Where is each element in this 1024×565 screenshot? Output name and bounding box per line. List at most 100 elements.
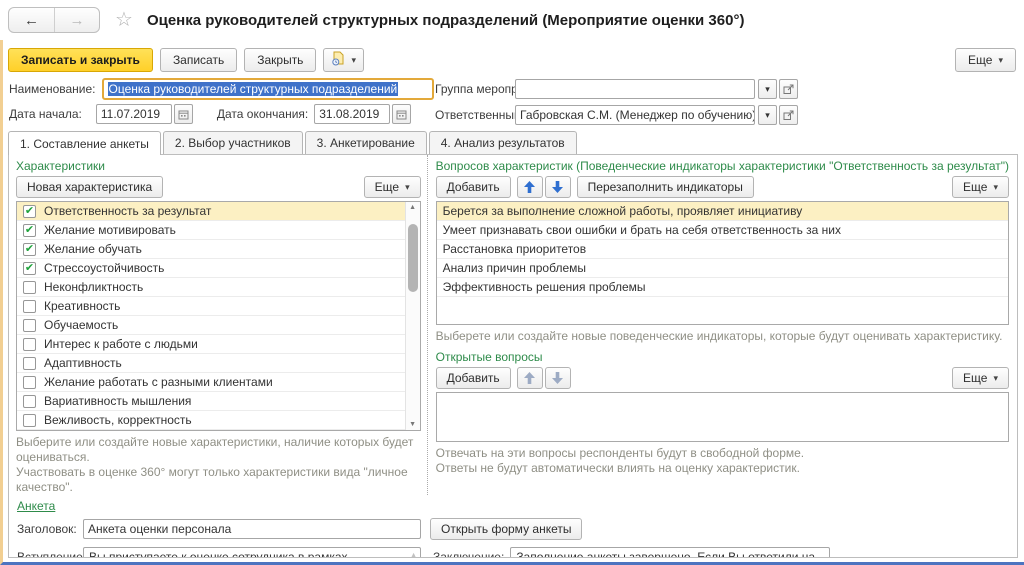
group-input[interactable] [515,79,755,99]
checkbox-icon[interactable]: ✔ [23,242,36,256]
open-questionnaire-form-button[interactable]: Открыть форму анкеты [430,518,583,540]
refill-indicators-button[interactable]: Перезаполнить индикаторы [576,176,754,198]
characteristic-row[interactable]: ✔ Желание мотивировать [17,221,405,240]
group-label: Группа мероприятий: [435,82,554,96]
checkbox-icon[interactable]: ✔ [23,223,36,237]
tab-results-analysis[interactable]: 4. Анализ результатов [428,131,577,154]
characteristic-label: Неконфликтность [44,280,144,294]
tab-participants[interactable]: 2. Выбор участников [162,131,303,154]
responsible-open-button[interactable] [779,105,798,125]
header-fields: Наименование: Оценка руководителей струк… [3,78,1024,128]
name-input[interactable]: Оценка руководителей структурных подразд… [101,78,434,100]
characteristics-more-button[interactable]: Еще ▾ [363,176,421,198]
move-down-icon [552,181,564,193]
indicator-row[interactable]: Берется за выполнение сложной работы, пр… [436,202,1008,221]
more-button-top[interactable]: Еще ▾ [955,48,1016,72]
questionnaire-header-label: Заголовок: [17,522,77,536]
characteristic-row[interactable]: ✔ Желание обучать [17,240,405,259]
characteristic-row[interactable]: ✔ Креативность [17,297,405,316]
date-start-input[interactable]: 11.07.2019 [95,104,172,124]
scroll-down-icon[interactable]: ▼ [406,421,420,428]
characteristic-row[interactable]: ✔ Вежливость, корректность [17,411,405,430]
characteristic-label: Обучаемость [44,318,119,332]
responsible-label: Ответственный: [435,108,525,122]
checkbox-icon[interactable]: ✔ [23,394,36,408]
date-start-label: Дата начала: [9,107,82,121]
tab-surveying[interactable]: 3. Анкетирование [304,131,427,154]
open-questions-add-button[interactable]: Добавить [435,367,511,389]
characteristic-row[interactable]: ✔ Интерес к работе с людьми [17,335,405,354]
tab-content-panel: Характеристики Новая характеристика Еще … [8,154,1018,558]
questionnaire-section: Анкета Заголовок: Анкета оценки персонал… [9,495,1017,558]
characteristic-label: Адаптивность [44,356,122,370]
date-end-input[interactable]: 31.08.2019 [314,104,391,124]
characteristic-row[interactable]: ✔ Обучаемость [17,316,405,335]
group-dropdown-button[interactable]: ▾ [758,79,777,99]
checkbox-icon[interactable]: ✔ [23,318,36,332]
indicator-row[interactable]: Эффективность решения проблемы [436,278,1008,297]
characteristic-label: Желание работать с разными клиентами [44,375,273,389]
characteristic-row[interactable]: ✔ Ответственность за результат [17,202,405,221]
checkbox-icon[interactable]: ✔ [23,356,36,370]
dropdown-icon: ▾ [993,181,998,192]
dropdown-icon: ▾ [351,54,356,65]
favorite-star-icon[interactable]: ☆ [115,10,133,30]
indicator-row[interactable]: Анализ причин проблемы [436,259,1008,278]
date-end-calendar-button[interactable] [392,104,412,124]
characteristic-row[interactable]: ✔ Неконфликтность [17,278,405,297]
characteristics-title: Характеристики [16,159,105,173]
indicator-label: Расстановка приоритетов [442,242,587,256]
create-based-on-icon [331,51,345,69]
save-button[interactable]: Записать [159,48,238,72]
responsible-dropdown-button[interactable]: ▾ [758,105,777,125]
characteristic-row[interactable]: ✔ Стрессоустойчивость [17,259,405,278]
checkbox-icon[interactable]: ✔ [23,337,36,351]
date-start-value: 11.07.2019 [100,107,161,121]
characteristic-row[interactable]: ✔ Адаптивность [17,354,405,373]
indicator-row[interactable]: Умеет признавать свои ошибки и брать на … [436,221,1008,240]
indicators-add-button[interactable]: Добавить [435,176,511,198]
move-up-button[interactable] [516,176,543,198]
move-down-icon [552,372,564,384]
scroll-up-icon[interactable]: ▲ [410,552,417,557]
indicator-label: Берется за выполнение сложной работы, пр… [442,204,803,218]
checkbox-icon[interactable]: ✔ [23,280,36,294]
close-button[interactable]: Закрыть [244,48,317,72]
characteristic-row[interactable]: ✔ Вариативность мышления [17,392,405,411]
indicator-label: Эффективность решения проблемы [442,280,646,294]
checkbox-icon[interactable]: ✔ [23,413,36,427]
new-characteristic-button[interactable]: Новая характеристика [16,176,164,198]
indicator-row[interactable]: Расстановка приоритетов [436,240,1008,259]
characteristic-row[interactable]: ✔ Желание работать с разными клиентами [17,373,405,392]
responsible-input[interactable]: Габровская С.М. (Менеджер по обучению) [515,105,755,125]
characteristic-label: Вариативность мышления [44,394,192,408]
checkbox-icon[interactable]: ✔ [23,299,36,313]
scroll-up-icon[interactable]: ▲ [406,204,420,211]
intro-textarea[interactable]: Вы приступаете к оценке сотрудника в рам… [83,547,421,558]
open-questions-hint-1: Отвечать на эти вопросы респонденты буду… [435,446,805,460]
command-bar: Записать и закрыть Записать Закрыть ▾ Ещ… [3,40,1024,78]
move-down-button[interactable] [544,176,571,198]
create-based-on-button[interactable]: ▾ [323,48,364,72]
conclusion-textarea[interactable]: Заполнение анкеты завершено. Если Вы отв… [510,547,831,557]
form-area: Записать и закрыть Записать Закрыть ▾ Ещ… [0,40,1024,565]
group-open-button[interactable] [779,79,798,99]
date-start-calendar-button[interactable] [173,104,193,124]
indicators-more-button[interactable]: Еще ▾ [952,176,1009,198]
save-and-close-button[interactable]: Записать и закрыть [8,48,153,72]
open-questions-list[interactable] [435,392,1009,442]
checkbox-icon[interactable]: ✔ [23,375,36,389]
questionnaire-link[interactable]: Анкета [17,499,55,513]
checkbox-icon[interactable]: ✔ [23,261,36,275]
characteristic-row[interactable]: ✔ [17,430,405,431]
indicators-hint: Выберете или создайте новые поведенчески… [435,329,1003,343]
tab-questionnaire-setup[interactable]: 1. Составление анкеты [8,131,161,155]
questionnaire-header-input[interactable]: Анкета оценки персонала [83,519,421,539]
dropdown-icon: ▾ [405,181,410,192]
open-questions-hint-2: Ответы не будут автоматически влиять на … [435,461,800,475]
intro-text: Вы приступаете к оценке сотрудника в рам… [89,550,348,558]
open-questions-more-button[interactable]: Еще ▾ [952,367,1009,389]
scrollbar-thumb[interactable] [407,224,418,292]
back-button[interactable]: ← [9,8,54,32]
checkbox-icon[interactable]: ✔ [23,204,36,218]
